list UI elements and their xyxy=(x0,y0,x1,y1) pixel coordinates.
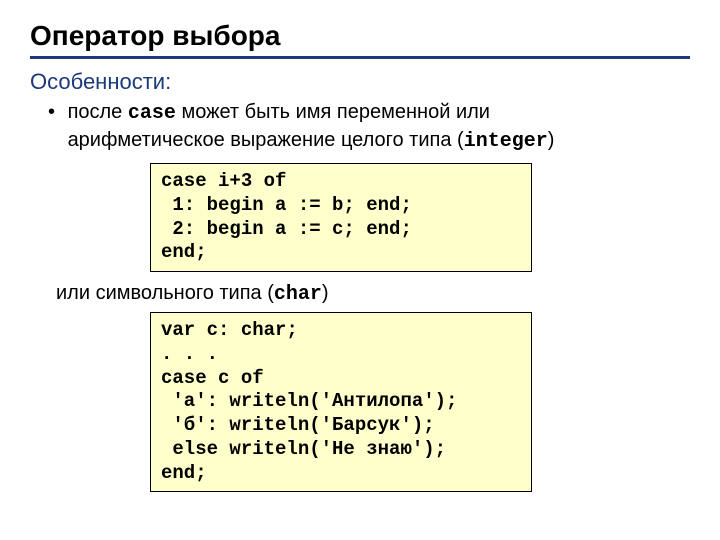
bullet1-pre: после xyxy=(68,101,128,123)
code-block-2: var c: char; . . . case c of 'а': writel… xyxy=(150,312,532,492)
or-line: или символьного типа (char) xyxy=(56,282,690,306)
code-block-1: case i+3 of 1: begin a := b; end; 2: beg… xyxy=(150,163,532,272)
or-pre: или символьного типа ( xyxy=(56,282,274,304)
bullet-dot-icon: • xyxy=(48,99,62,126)
bullet-text-1: после case может быть имя переменной или… xyxy=(68,99,648,155)
or-post: ) xyxy=(322,282,329,304)
bullet-item-1: • после case может быть имя переменной и… xyxy=(48,99,690,155)
bullet1-post: ) xyxy=(548,129,555,151)
keyword-char: char xyxy=(274,283,322,306)
keyword-integer: integer xyxy=(464,130,548,153)
page-title: Оператор выбора xyxy=(30,20,690,59)
features-heading: Особенности: xyxy=(30,69,690,95)
keyword-case: case xyxy=(128,102,176,125)
